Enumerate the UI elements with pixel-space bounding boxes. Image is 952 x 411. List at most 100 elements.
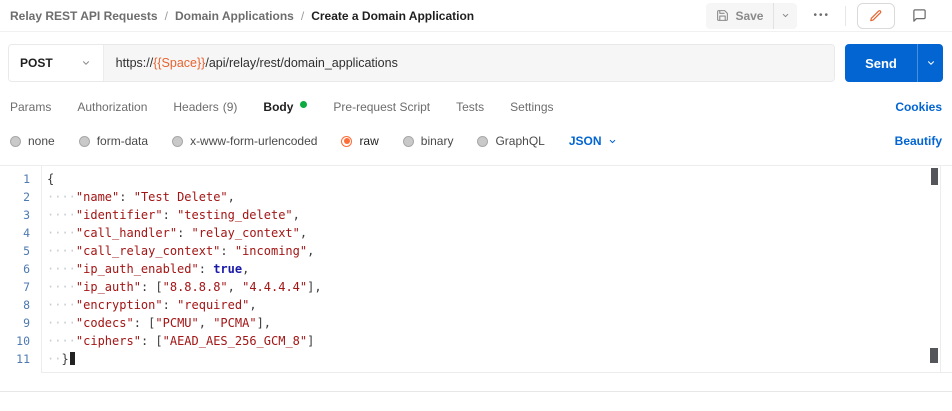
- breadcrumb-request-name[interactable]: Create a Domain Application: [311, 9, 474, 23]
- code-line[interactable]: ····"ip_auth": ["8.8.8.8", "4.4.4.4"],: [47, 278, 926, 296]
- line-number: 10: [0, 332, 40, 350]
- breadcrumb: Relay REST API Requests / Domain Applica…: [10, 9, 474, 23]
- code-token: ····: [47, 280, 76, 294]
- horizontal-scrollbar-thumb[interactable]: [930, 348, 938, 363]
- body-type-graphql[interactable]: GraphQL: [477, 134, 544, 148]
- code-line[interactable]: ····"call_relay_context": "incoming",: [47, 242, 926, 260]
- edit-button[interactable]: [857, 3, 895, 29]
- code-token: "name": [76, 190, 119, 204]
- header-bar: Relay REST API Requests / Domain Applica…: [0, 0, 952, 32]
- request-url-row: POST https://{{Space}}/api/relay/rest/do…: [8, 44, 943, 82]
- code-token: ····: [47, 244, 76, 258]
- body-type-row: none form-data x-www-form-urlencoded raw…: [10, 126, 942, 156]
- radio-selected-icon: [341, 136, 352, 147]
- code-token: ····: [47, 190, 76, 204]
- tab-params[interactable]: Params: [10, 100, 51, 114]
- code-line[interactable]: ····"name": "Test Delete",: [47, 188, 926, 206]
- save-button-label: Save: [735, 9, 763, 23]
- code-line[interactable]: ··}: [47, 350, 926, 368]
- code-token: : [: [141, 334, 163, 348]
- line-number: 4: [0, 224, 40, 242]
- code-token: true: [213, 262, 242, 276]
- code-line[interactable]: ····"codecs": ["PCMU", "PCMA"],: [47, 314, 926, 332]
- code-token: ,: [228, 190, 235, 204]
- code-token: "ip_auth_enabled": [76, 262, 199, 276]
- save-options-button[interactable]: [774, 3, 797, 29]
- tab-body[interactable]: Body: [263, 100, 307, 114]
- url-environment-variable: {{Space}}: [153, 56, 205, 70]
- code-token: "required": [177, 298, 249, 312]
- tab-label: Pre-request Script: [333, 100, 430, 114]
- more-options-button[interactable]: •••: [809, 3, 834, 29]
- send-options-button[interactable]: [917, 44, 943, 82]
- save-icon: [716, 9, 729, 22]
- code-token: :: [177, 226, 191, 240]
- vertical-scrollbar-thumb[interactable]: [931, 168, 938, 185]
- line-number: 2: [0, 188, 40, 206]
- radio-icon: [10, 136, 21, 147]
- comments-button[interactable]: [906, 3, 932, 29]
- editor-gutter: 1234567891011: [0, 170, 40, 368]
- code-line[interactable]: ····"ciphers": ["AEAD_AES_256_GCM_8"]: [47, 332, 926, 350]
- radio-label: none: [28, 134, 55, 148]
- breadcrumb-folder[interactable]: Domain Applications: [175, 9, 294, 23]
- tab-headers[interactable]: Headers(9): [173, 100, 237, 114]
- code-line[interactable]: ····"encryption": "required",: [47, 296, 926, 314]
- body-type-none[interactable]: none: [10, 134, 55, 148]
- breadcrumb-separator: /: [301, 9, 304, 23]
- body-type-x-www-form-urlencoded[interactable]: x-www-form-urlencoded: [172, 134, 317, 148]
- tab-pre-request-script[interactable]: Pre-request Script: [333, 100, 430, 114]
- body-type-binary[interactable]: binary: [403, 134, 454, 148]
- raw-format-select[interactable]: JSON: [569, 134, 617, 148]
- divider: [845, 6, 846, 26]
- code-line[interactable]: ····"identifier": "testing_delete",: [47, 206, 926, 224]
- url-input[interactable]: https://{{Space}}/api/relay/rest/domain_…: [104, 45, 834, 81]
- tab-label: Params: [10, 100, 51, 114]
- code-token: ····: [47, 208, 76, 222]
- method-select[interactable]: POST: [9, 45, 104, 81]
- body-type-raw[interactable]: raw: [341, 134, 378, 148]
- code-line[interactable]: ····"ip_auth_enabled": true,: [47, 260, 926, 278]
- radio-icon: [172, 136, 183, 147]
- scrollbar-track: [940, 166, 941, 372]
- code-token: ],: [257, 316, 271, 330]
- body-content-dot: [300, 101, 307, 108]
- tab-settings[interactable]: Settings: [510, 100, 553, 114]
- code-token: ,: [300, 226, 307, 240]
- body-editor[interactable]: 1234567891011 {····"name": "Test Delete"…: [0, 166, 952, 392]
- tab-label: Settings: [510, 100, 553, 114]
- radio-icon: [79, 136, 90, 147]
- code-line[interactable]: ····"call_handler": "relay_context",: [47, 224, 926, 242]
- code-token: "testing_delete": [177, 208, 293, 222]
- radio-label: x-www-form-urlencoded: [190, 134, 317, 148]
- code-token: ,: [228, 280, 242, 294]
- breadcrumb-collection[interactable]: Relay REST API Requests: [10, 9, 158, 23]
- chevron-down-icon: [81, 58, 91, 68]
- url-path: /api/relay/rest/domain_applications: [205, 56, 397, 70]
- cookies-link[interactable]: Cookies: [895, 100, 942, 114]
- method-label: POST: [20, 56, 53, 70]
- save-button[interactable]: Save: [706, 3, 773, 29]
- divider: [41, 372, 952, 373]
- text-caret: [70, 352, 75, 365]
- format-label: JSON: [569, 134, 602, 148]
- url-prefix: https://: [116, 56, 154, 70]
- line-number: 3: [0, 206, 40, 224]
- beautify-link[interactable]: Beautify: [895, 134, 942, 148]
- code-token: ]: [307, 334, 314, 348]
- code-token: :: [199, 262, 213, 276]
- code-token: "Test Delete": [134, 190, 228, 204]
- more-options-icon: •••: [813, 10, 830, 21]
- line-number: 9: [0, 314, 40, 332]
- send-button[interactable]: Send: [845, 44, 917, 82]
- code-token: "encryption": [76, 298, 163, 312]
- code-token: ····: [47, 334, 76, 348]
- tab-tests[interactable]: Tests: [456, 100, 484, 114]
- divider: [41, 166, 42, 372]
- tab-authorization[interactable]: Authorization: [77, 100, 147, 114]
- code-token: "call_handler": [76, 226, 177, 240]
- code-token: "codecs": [76, 316, 134, 330]
- body-type-form-data[interactable]: form-data: [79, 134, 148, 148]
- code-line[interactable]: {: [47, 170, 926, 188]
- editor-code[interactable]: {····"name": "Test Delete",····"identifi…: [47, 170, 926, 368]
